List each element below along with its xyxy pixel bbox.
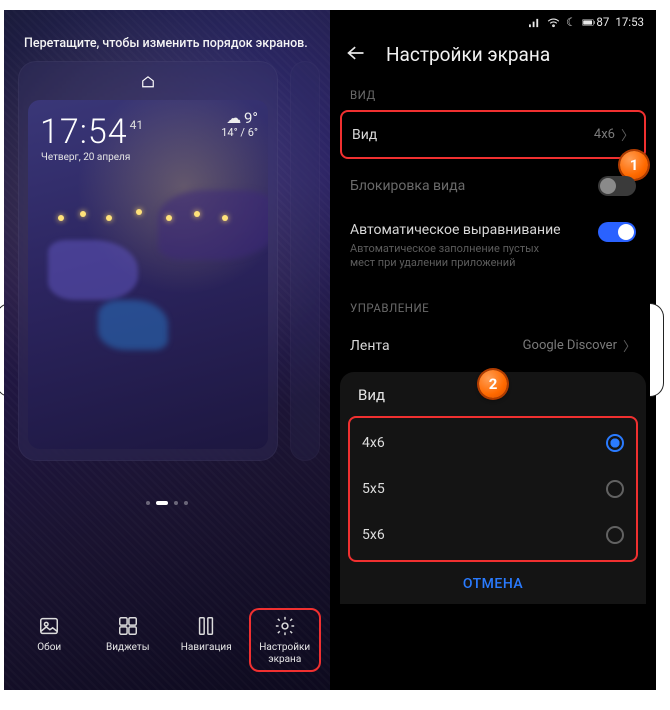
row-feed-value: Google Discover	[523, 338, 617, 353]
highlight-1: Вид 4x6 〉 1	[340, 110, 646, 159]
signal-icon	[528, 17, 541, 28]
wallpaper-icon	[35, 614, 63, 638]
cancel-button[interactable]: ОТМЕНА	[348, 562, 638, 598]
row-lock-label: Блокировка вида	[350, 178, 465, 194]
home-icon	[141, 75, 155, 92]
option-5x5[interactable]: 5x5	[352, 466, 634, 512]
toggle-auto-align[interactable]	[598, 222, 636, 242]
row-view-label: Вид	[352, 127, 377, 143]
widgets-button[interactable]: Виджеты	[92, 608, 164, 672]
clock-seconds: 41	[130, 118, 144, 132]
navigation-icon	[192, 614, 220, 638]
wifi-icon	[547, 17, 560, 28]
gear-icon	[271, 614, 299, 638]
radio-icon	[606, 480, 624, 498]
widgets-label: Виджеты	[106, 642, 149, 654]
navigation-button[interactable]: Навигация	[170, 608, 242, 672]
navigation-label: Навигация	[181, 642, 232, 654]
view-picker-sheet: Вид 2 4x6 5x5 5x6 ОТМЕНА	[340, 372, 646, 604]
radio-icon	[606, 434, 624, 452]
back-button[interactable]	[346, 45, 366, 65]
clock-time: 17:54	[40, 112, 128, 152]
row-auto-align[interactable]: Автоматическое выравнивание Автоматическ…	[330, 209, 656, 283]
row-feed-label: Лента	[350, 338, 390, 354]
radio-icon	[606, 526, 624, 544]
option-5x5-label: 5x5	[362, 481, 385, 497]
highlight-2: 4x6 5x5 5x6	[348, 416, 638, 562]
widgets-icon	[114, 614, 142, 638]
option-5x6[interactable]: 5x6	[352, 512, 634, 558]
row-view[interactable]: Вид 4x6 〉	[342, 112, 644, 157]
launcher-actions: Обои Виджеты Навигация	[4, 596, 330, 690]
weather-widget: ☁ 9° 14° / 6°	[221, 112, 258, 139]
battery-icon: 87	[582, 15, 609, 29]
row-feed[interactable]: Лента Google Discover 〉	[330, 323, 656, 368]
callout-2: 2	[479, 370, 507, 398]
wallpaper-preview: 17:54 41 ☁ 9° 14° / 6° Четверг, 20 апрел…	[28, 100, 268, 449]
section-view-label: ВИД	[330, 84, 656, 110]
clock-date: Четверг, 20 апреля	[41, 152, 130, 163]
right-screen: ☾ 87 17:53 Настройки экрана ВИД Вид 4x6 …	[330, 10, 656, 690]
chevron-right-icon: 〉	[623, 336, 636, 355]
screen-settings-label: Настройки экрана	[259, 642, 310, 666]
option-5x6-label: 5x6	[362, 527, 385, 543]
option-4x6[interactable]: 4x6	[352, 420, 634, 466]
status-bar: ☾ 87 17:53	[330, 10, 656, 29]
callout-1: 1	[620, 151, 648, 179]
page-title: Настройки экрана	[386, 43, 550, 66]
page-indicator	[4, 501, 330, 505]
row-align-desc: Автоматическое заполнение пустых мест пр…	[350, 242, 560, 270]
reorder-hint: Перетащите, чтобы изменить порядок экран…	[4, 10, 330, 61]
row-view-value: 4x6	[594, 127, 615, 142]
left-screen: Перетащите, чтобы изменить порядок экран…	[4, 10, 330, 690]
toggle-lock-view[interactable]	[598, 176, 636, 196]
screen-settings-button[interactable]: Настройки экрана	[249, 608, 321, 672]
option-4x6-label: 4x6	[362, 435, 385, 451]
wallpaper-label: Обои	[37, 642, 61, 654]
chevron-right-icon: 〉	[621, 125, 634, 144]
screen-preview-main[interactable]: 17:54 41 ☁ 9° 14° / 6° Четверг, 20 апрел…	[18, 61, 278, 461]
dnd-icon: ☾	[566, 15, 576, 29]
row-align-label: Автоматическое выравнивание	[350, 222, 561, 238]
section-manage-label: УПРАВЛЕНИЕ	[330, 283, 656, 323]
wallpaper-button[interactable]: Обои	[13, 608, 85, 672]
screen-preview-next[interactable]	[290, 61, 320, 461]
status-time: 17:53	[615, 15, 644, 29]
titlebar: Настройки экрана	[330, 29, 656, 84]
row-lock-view[interactable]: Блокировка вида	[330, 163, 656, 209]
screen-previews[interactable]: 17:54 41 ☁ 9° 14° / 6° Четверг, 20 апрел…	[4, 61, 330, 461]
